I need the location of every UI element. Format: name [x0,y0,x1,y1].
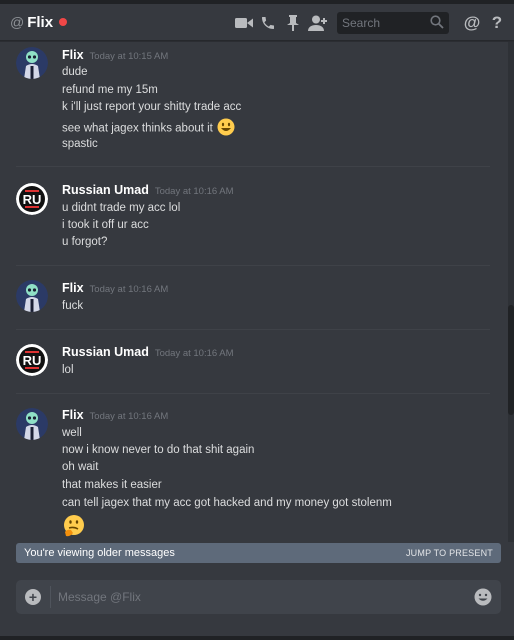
avatar[interactable] [16,408,48,440]
scrollbar-thumb[interactable] [508,305,514,415]
message-timestamp: Today at 10:16 AM [154,348,234,359]
older-messages-text: You're viewing older messages [24,547,175,559]
message-line: i took it off ur acc [62,219,149,231]
message-divider [16,393,490,394]
message-line-with-emoji: see what jagex thinks about it [62,118,235,139]
older-messages-banner[interactable]: You're viewing older messages JUMP TO PR… [16,543,501,563]
message-author[interactable]: Flix Today at 10:16 AM [62,281,168,295]
message-line: k i'll just report your shitty trade acc [62,101,242,113]
window-bottom-strip [0,636,514,640]
phone-call-icon[interactable] [257,12,279,34]
message-line: u forgot? [62,236,108,248]
message-line: u didnt trade my acc lol [62,202,181,214]
message-divider [16,329,490,330]
thinking-emoji-icon [62,514,86,541]
svg-text:RU: RU [23,353,42,368]
message-line: can tell jagex that my acc got hacked an… [62,497,392,509]
flix-avatar-icon [16,280,48,312]
message-line: refund me my 15m [62,84,158,96]
message-list[interactable]: Flix Today at 10:15 AM dude refund me my … [0,42,508,542]
message-author[interactable]: Russian Umad Today at 10:16 AM [62,183,234,197]
message-author[interactable]: Flix Today at 10:16 AM [62,408,168,422]
message-line: well [62,427,82,439]
composer-divider [50,586,51,608]
message-timestamp: Today at 10:16 AM [89,284,169,295]
message-author[interactable]: Flix Today at 10:15 AM [62,48,168,62]
ru-avatar-icon: RU [16,344,48,376]
scrollbar-track[interactable] [508,42,514,542]
avatar[interactable] [16,47,48,79]
svg-text:RU: RU [23,192,42,207]
message-line: lol [62,364,74,376]
message-line: oh wait [62,461,99,473]
video-call-icon[interactable] [233,12,255,34]
add-friend-icon[interactable] [307,12,329,34]
mention-icon[interactable]: @ [461,12,483,34]
channel-title: Flix [27,13,54,31]
status-indicator [59,18,68,26]
search-input[interactable] [342,16,428,30]
search-icon [430,15,444,34]
avatar[interactable] [16,280,48,312]
message-line: spastic [62,138,98,150]
avatar[interactable]: RU [16,344,48,376]
upload-plus-icon[interactable]: + [25,589,41,605]
message-timestamp: Today at 10:15 AM [89,51,169,62]
message-line: fuck [62,300,84,312]
jump-to-present-button[interactable]: JUMP TO PRESENT [406,548,493,558]
message-divider [16,166,490,167]
message-line: dude [62,66,88,78]
help-icon[interactable]: ? [486,12,508,34]
emoji-picker-icon[interactable] [474,588,492,611]
flix-avatar-icon [16,408,48,440]
message-divider [16,265,490,266]
message-author[interactable]: Russian Umad Today at 10:16 AM [62,345,234,359]
pin-icon[interactable] [282,12,304,34]
message-timestamp: Today at 10:16 AM [89,411,169,422]
channel-header: @ Flix @ ? [0,4,514,41]
smiley-emoji-icon [217,118,235,139]
message-line: now i know never to do that shit again [62,444,255,456]
ru-avatar-icon: RU [16,183,48,215]
dm-at-symbol: @ [10,14,25,30]
search-box[interactable] [337,12,449,34]
avatar[interactable]: RU [16,183,48,215]
message-composer: + [16,580,501,614]
message-timestamp: Today at 10:16 AM [154,186,234,197]
message-input[interactable] [58,588,458,606]
flix-avatar-icon [16,47,48,79]
message-line: that makes it easier [62,479,162,491]
